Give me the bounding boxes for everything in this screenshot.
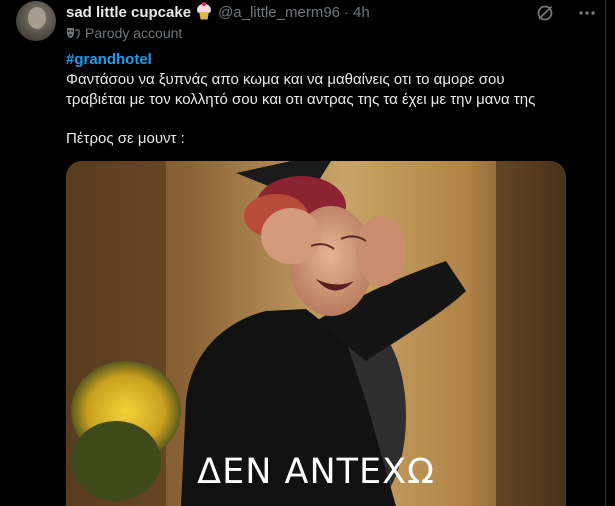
- tweet-header: sad little cupcake @a_little_merm96 · 4h: [66, 1, 370, 22]
- tweet-text-line-3: Πέτρος σε μουντ :: [66, 130, 185, 147]
- parody-label: Parody account: [66, 25, 182, 41]
- theater-masks-icon: [67, 28, 80, 39]
- tweet-top-actions: [535, 3, 597, 23]
- avatar[interactable]: [16, 1, 56, 41]
- cupcake-icon: [196, 1, 212, 21]
- parody-label-text: Parody account: [85, 25, 183, 41]
- display-name[interactable]: sad little cupcake: [66, 4, 191, 21]
- separator-dot: ·: [344, 3, 350, 21]
- hashtag-link[interactable]: #grandhotel: [66, 50, 596, 70]
- page-scrollbar[interactable]: [599, 0, 615, 506]
- tweet-text-line-2: τραβιέται με τον κολλητό σου και οτι αντ…: [66, 91, 536, 108]
- media-caption: ΔΕΝ ΑΝΤΕΧΩ: [197, 452, 435, 492]
- user-handle[interactable]: @a_little_merm96: [218, 4, 340, 21]
- more-icon[interactable]: [577, 3, 597, 23]
- avatar-face: [28, 7, 46, 29]
- scrollbar-track: [605, 0, 606, 506]
- timestamp[interactable]: 4h: [353, 4, 370, 21]
- grok-icon[interactable]: [535, 3, 555, 23]
- tweet-text: #grandhotel Φαντάσου να ξυπνάς απο κωμα …: [66, 50, 596, 149]
- tweet[interactable]: sad little cupcake @a_little_merm96 · 4h…: [0, 0, 615, 506]
- tweet-text-line-1: Φαντάσου να ξυπνάς απο κωμα και να μαθαί…: [66, 71, 505, 88]
